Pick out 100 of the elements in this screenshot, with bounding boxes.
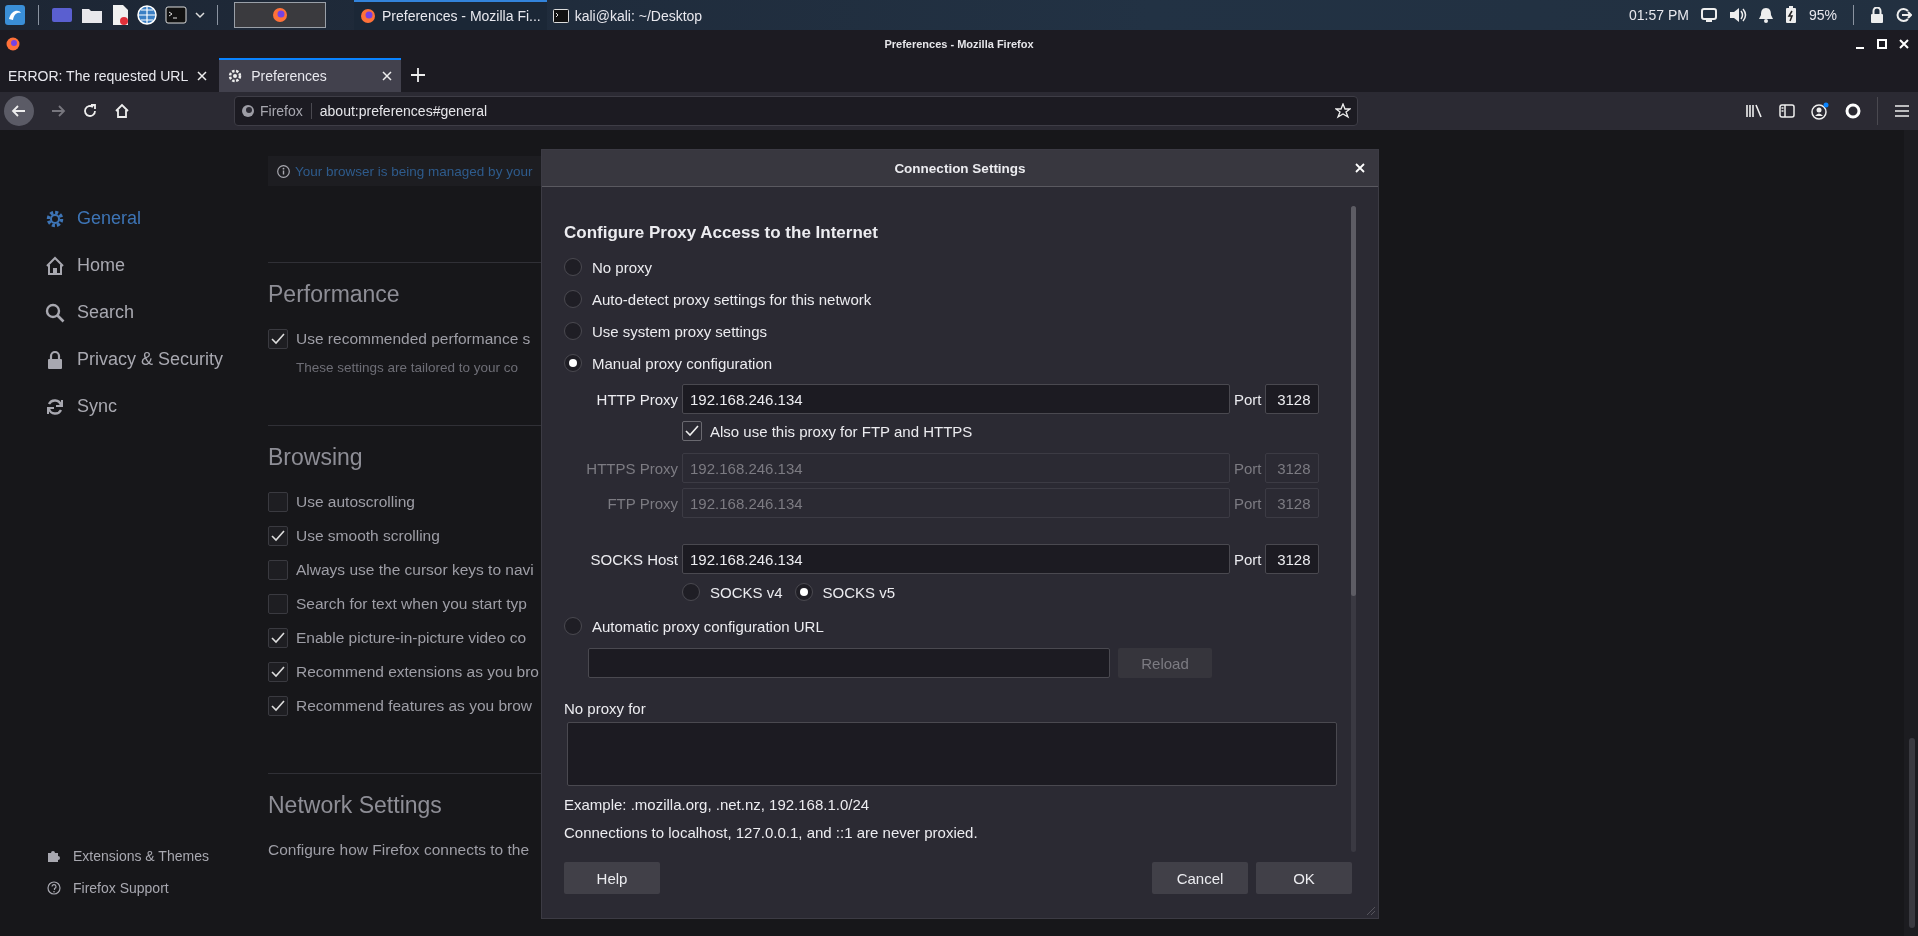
port-field[interactable]: 3128 (1264, 544, 1319, 574)
library-icon[interactable] (1745, 103, 1763, 119)
logout-icon[interactable] (1896, 7, 1912, 23)
ring-icon[interactable] (1845, 103, 1861, 119)
menu-icon[interactable] (1894, 104, 1910, 118)
dialog-button[interactable]: Help (564, 862, 660, 894)
home-icon[interactable] (114, 103, 130, 119)
sidebar-item[interactable]: Sync (45, 396, 118, 417)
radio-label: Automatic proxy configuration URL (592, 617, 824, 635)
radio-label: No proxy (592, 258, 653, 276)
example-text: Example: .mozilla.org, .net.nz, 192.168.1.0/24 (564, 796, 871, 814)
checkbox-label: Use smooth scrolling (296, 527, 440, 545)
battery-level: 95% (1808, 7, 1837, 23)
bell-icon[interactable] (1758, 7, 1773, 23)
plus-icon[interactable] (410, 67, 427, 83)
checkbox[interactable] (682, 421, 702, 441)
close-icon[interactable] (196, 70, 209, 82)
resize-grip-icon[interactable] (1364, 904, 1376, 916)
sidebar-item[interactable]: General (45, 208, 142, 229)
folder-icon[interactable] (81, 6, 103, 24)
radio-button[interactable] (564, 354, 582, 372)
checkbox-label: Recommend features as you brow (296, 697, 533, 715)
port-field: 3128 (1264, 488, 1319, 518)
text-field[interactable]: 192.168.246.134 (682, 544, 1230, 574)
sync-icon (45, 396, 65, 417)
checkbox[interactable] (268, 492, 288, 512)
section-heading: Configure Proxy Access to the Internet (564, 223, 879, 243)
close-icon[interactable] (1898, 38, 1910, 50)
identity-label: Firefox (260, 103, 303, 119)
radio-button[interactable] (682, 583, 700, 601)
checkbox[interactable] (268, 696, 288, 716)
display-icon[interactable] (1700, 8, 1717, 22)
firefox-icon (272, 7, 288, 23)
search-icon (45, 302, 65, 323)
section-heading: Browsing (268, 444, 364, 471)
puzzle-icon (47, 849, 61, 863)
radio-label: SOCKS v4 (710, 583, 783, 601)
field-label: Port (1233, 494, 1263, 512)
radio-button[interactable] (564, 290, 582, 308)
port-field: 3128 (1264, 453, 1319, 483)
browser-tab[interactable]: ERROR: The requested URL (0, 58, 217, 92)
checkbox[interactable] (268, 594, 288, 614)
checkbox[interactable] (268, 526, 288, 546)
firefox-icon (241, 104, 255, 118)
address-bar[interactable]: Firefox about:preferences#general (234, 96, 1358, 126)
maximize-icon[interactable] (1876, 38, 1888, 50)
sidebar-link[interactable]: Extensions & Themes (47, 848, 209, 864)
sidebar-link[interactable]: Firefox Support (47, 880, 169, 896)
field-label: FTP Proxy (606, 494, 679, 512)
taskbar-window-button[interactable]: Preferences - Mozilla Fi... (354, 0, 547, 30)
reload-icon[interactable] (82, 103, 98, 119)
document-icon[interactable] (111, 4, 129, 26)
checkbox-label: Use autoscrolling (296, 493, 415, 511)
checkbox[interactable] (268, 560, 288, 580)
gear-icon (227, 68, 244, 84)
port-field[interactable]: 3128 (1264, 384, 1319, 414)
sidebar-item[interactable]: Search (45, 302, 135, 323)
volume-icon[interactable] (1728, 7, 1747, 23)
dialog-button[interactable]: OK (1256, 862, 1352, 894)
section-heading: Network Settings (268, 792, 443, 819)
text-field[interactable]: 192.168.246.134 (682, 384, 1230, 414)
arrow-right-icon[interactable] (50, 103, 66, 119)
help-icon (47, 881, 61, 895)
close-icon[interactable] (1354, 162, 1366, 174)
sidebar-item[interactable]: Privacy & Security (45, 349, 224, 370)
lock-icon[interactable] (1870, 7, 1884, 23)
scrollbar-thumb[interactable] (1909, 738, 1915, 928)
caret-icon[interactable] (195, 11, 205, 19)
star-icon[interactable] (1335, 103, 1351, 119)
checkbox[interactable] (268, 628, 288, 648)
checkbox-label: Always use the cursor keys to navi (296, 561, 534, 579)
radio-button[interactable] (564, 258, 582, 276)
radio-label: Use system proxy settings (592, 322, 768, 340)
radio-label: Manual proxy configuration (592, 354, 773, 372)
radio-button[interactable] (564, 322, 582, 340)
battery-icon[interactable] (1784, 6, 1797, 24)
field-label: Port (1233, 390, 1263, 408)
sidebar-item[interactable]: Home (45, 255, 125, 276)
url-text: about:preferences#general (319, 103, 489, 119)
close-icon[interactable] (381, 70, 394, 82)
desktop-icon[interactable] (51, 6, 73, 24)
hint-text: These settings are tailored to your co (295, 360, 520, 375)
radio-label: Auto-detect proxy settings for this network (592, 290, 872, 308)
browser-tab[interactable]: Preferences (219, 58, 402, 92)
radio-button[interactable] (794, 583, 813, 601)
taskbar-window-button[interactable]: kali@kali: ~/Desktop (546, 0, 709, 30)
radio-button[interactable] (564, 617, 582, 635)
terminal-icon[interactable] (165, 6, 187, 24)
checkbox[interactable] (268, 329, 288, 349)
checkbox[interactable] (268, 662, 288, 682)
firefox-icon (360, 8, 376, 24)
scrollbar-thumb[interactable] (1351, 206, 1356, 596)
back-button[interactable] (4, 96, 34, 126)
globe-icon[interactable] (137, 5, 157, 25)
field-label: HTTP Proxy (595, 390, 679, 408)
url-field[interactable] (588, 648, 1110, 678)
account-icon[interactable] (1811, 102, 1829, 120)
dialog-button[interactable]: Cancel (1152, 862, 1248, 894)
workspace-button[interactable] (234, 2, 326, 28)
sidebar-icon[interactable] (1779, 104, 1795, 118)
